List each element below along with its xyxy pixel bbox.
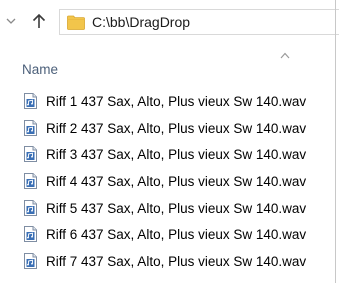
list-item[interactable]: Riff 3 437 Sax, Alto, Plus vieux Sw 140.…	[0, 141, 335, 168]
audio-file-icon	[24, 146, 37, 163]
address-bar[interactable]: C:\bb\DragDrop	[59, 9, 339, 35]
audio-file-icon	[24, 173, 37, 190]
list-item[interactable]: Riff 4 437 Sax, Alto, Plus vieux Sw 140.…	[0, 168, 335, 195]
recent-locations-button[interactable]	[4, 14, 18, 28]
list-item[interactable]: Riff 7 437 Sax, Alto, Plus vieux Sw 140.…	[0, 248, 335, 275]
folder-icon	[67, 15, 85, 30]
column-name-label: Name	[22, 62, 59, 77]
file-name: Riff 7 437 Sax, Alto, Plus vieux Sw 140.…	[46, 254, 307, 270]
audio-file-icon	[24, 253, 37, 270]
list-item[interactable]: Riff 2 437 Sax, Alto, Plus vieux Sw 140.…	[0, 115, 335, 142]
file-explorer-window: C:\bb\DragDrop Name Riff 1 437 Sax, Alto…	[0, 0, 343, 283]
column-header-name[interactable]: Name	[0, 44, 335, 84]
arrow-up-icon	[32, 13, 46, 28]
file-name: Riff 6 437 Sax, Alto, Plus vieux Sw 140.…	[46, 227, 307, 243]
up-one-level-button[interactable]	[30, 11, 48, 31]
file-name: Riff 4 437 Sax, Alto, Plus vieux Sw 140.…	[46, 174, 307, 190]
address-path: C:\bb\DragDrop	[92, 14, 191, 30]
file-name: Riff 2 437 Sax, Alto, Plus vieux Sw 140.…	[46, 120, 307, 136]
file-name: Riff 5 437 Sax, Alto, Plus vieux Sw 140.…	[46, 200, 307, 216]
file-name: Riff 1 437 Sax, Alto, Plus vieux Sw 140.…	[46, 94, 307, 109]
file-list: Riff 1 437 Sax, Alto, Plus vieux Sw 140.…	[0, 88, 335, 275]
audio-file-icon	[24, 199, 37, 216]
list-item[interactable]: Riff 5 437 Sax, Alto, Plus vieux Sw 140.…	[0, 195, 335, 222]
chevron-up-icon	[280, 52, 290, 59]
navigation-bar: C:\bb\DragDrop	[0, 0, 343, 44]
list-item[interactable]: Riff 1 437 Sax, Alto, Plus vieux Sw 140.…	[0, 88, 335, 115]
file-name: Riff 3 437 Sax, Alto, Plus vieux Sw 140.…	[46, 147, 307, 163]
audio-file-icon	[24, 93, 37, 109]
audio-file-icon	[24, 226, 37, 243]
chevron-down-icon	[6, 18, 16, 24]
window-right-border	[335, 0, 336, 283]
audio-file-icon	[24, 119, 37, 136]
list-item[interactable]: Riff 6 437 Sax, Alto, Plus vieux Sw 140.…	[0, 221, 335, 248]
